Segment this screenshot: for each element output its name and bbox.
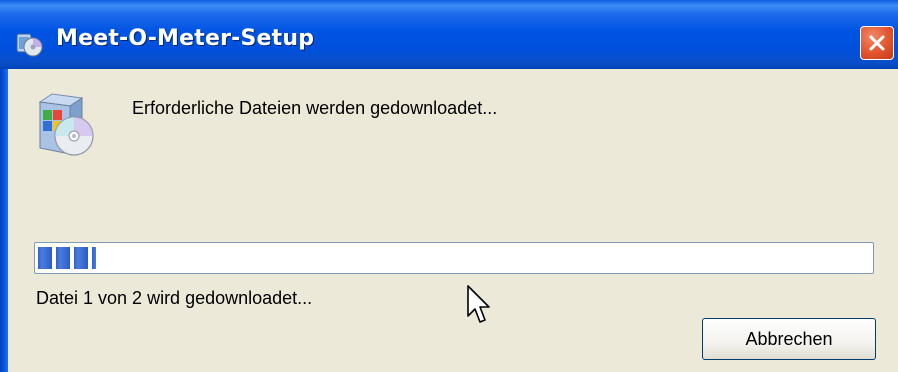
title-bar[interactable]: Meet-O-Meter-Setup <box>0 0 898 69</box>
file-status: Datei 1 von 2 wird gedownloadet... <box>36 288 313 308</box>
app-icon <box>16 33 43 57</box>
mouse-pointer-icon <box>467 285 490 323</box>
progress-fill <box>38 247 96 269</box>
download-progress-bar <box>34 242 874 274</box>
close-button[interactable] <box>860 26 894 60</box>
window-title: Meet-O-Meter-Setup <box>56 26 315 51</box>
setup-dialog: Meet-O-Meter-Setup Erforderliche Dateien… <box>0 0 898 372</box>
setup-cd-icon <box>38 93 94 156</box>
window-left-border <box>0 69 8 372</box>
cancel-button[interactable]: Abbrechen <box>702 318 876 360</box>
status-message: Erforderliche Dateien werden gedownloade… <box>132 98 498 118</box>
close-icon <box>869 35 885 51</box>
